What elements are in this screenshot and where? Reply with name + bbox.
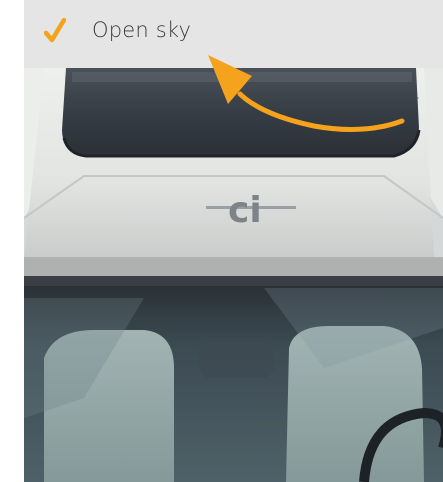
option-header[interactable]: Open sky <box>24 0 443 68</box>
option-label: Open sky <box>92 18 192 42</box>
car-roof-photo: ci <box>24 68 443 482</box>
check-icon <box>44 18 66 43</box>
svg-text:ci: ci <box>228 190 262 231</box>
option-card: Open sky ci <box>24 0 443 482</box>
